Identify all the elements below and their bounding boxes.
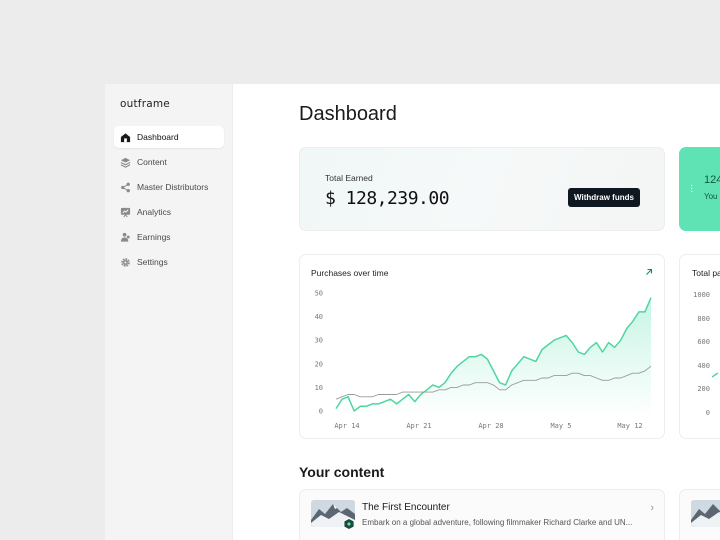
sidebar-item-label: Earnings bbox=[137, 232, 171, 242]
expand-arrow-icon[interactable] bbox=[644, 267, 654, 277]
home-icon bbox=[120, 132, 131, 143]
chart-title: Total pa bbox=[692, 268, 720, 278]
y-tick-label: 40 bbox=[315, 313, 323, 321]
badge-icon bbox=[343, 518, 355, 530]
sidebar-item-dashboard[interactable]: Dashboard bbox=[114, 126, 224, 148]
sidebar-item-label: Dashboard bbox=[137, 132, 179, 142]
withdraw-funds-button[interactable]: Withdraw funds bbox=[568, 188, 640, 207]
layers-icon bbox=[120, 157, 131, 168]
logo: outframe bbox=[120, 98, 170, 110]
sidebar-item-label: Settings bbox=[137, 257, 168, 267]
y-tick-label: 600 bbox=[697, 338, 710, 346]
stats-value: 124 bbox=[704, 174, 720, 186]
content-item-card[interactable] bbox=[679, 489, 720, 540]
purchases-line-chart: 0 10 20 30 40 50 Apr 14 Apr 21 Apr 28 May 5 May 12 bbox=[315, 290, 652, 430]
content-description: Embark on a global adventure, following … bbox=[362, 518, 633, 527]
chevron-right-icon[interactable]: › bbox=[650, 502, 654, 514]
section-title: Your content bbox=[299, 464, 385, 480]
y-tick-label: 1000 bbox=[693, 291, 710, 299]
y-tick-label: 10 bbox=[315, 384, 323, 392]
y-tick-label: 400 bbox=[697, 361, 710, 370]
sidebar-item-label: Content bbox=[137, 157, 167, 167]
x-tick-label: Apr 21 bbox=[406, 422, 431, 430]
analytics-icon bbox=[120, 207, 131, 218]
sidebar-item-master-distributors[interactable]: Master Distributors bbox=[114, 176, 224, 198]
page-title: Dashboard bbox=[299, 103, 397, 125]
y-tick-label: 30 bbox=[315, 337, 323, 345]
total-earned-card: Total Earned $ 128,239.00 Withdraw funds bbox=[299, 147, 665, 231]
sidebar-item-content[interactable]: Content bbox=[114, 151, 224, 173]
y-tick-label: 20 bbox=[315, 360, 323, 368]
sidebar-item-earnings[interactable]: Earnings bbox=[114, 226, 224, 248]
stats-card[interactable]: · · · 124 You bbox=[679, 147, 720, 231]
purchases-chart-card: Purchases over time 0 10 20 30 40 50 Apr 14 Apr… bbox=[299, 254, 665, 439]
sidebar-item-analytics[interactable]: Analytics bbox=[114, 201, 224, 223]
gear-icon bbox=[120, 257, 131, 268]
drag-handle-icon: · · · bbox=[690, 180, 694, 197]
sidebar-item-settings[interactable]: Settings bbox=[114, 251, 224, 273]
sidebar-nav: Dashboard Content Master Distributors An… bbox=[114, 126, 224, 276]
main-content: Dashboard Total Earned $ 128,239.00 With… bbox=[233, 84, 720, 540]
content-thumbnail bbox=[691, 500, 720, 527]
y-tick-label: 800 bbox=[697, 314, 710, 323]
content-title: The First Encounter bbox=[362, 502, 450, 513]
content-item-card[interactable]: The First Encounter Embark on a global a… bbox=[299, 489, 665, 540]
earnings-icon bbox=[120, 232, 131, 243]
partial-line bbox=[712, 372, 719, 378]
second-chart-card: Total pa 1000 800 600 400 200 0 bbox=[679, 254, 720, 439]
share-icon bbox=[120, 182, 131, 193]
sidebar: outframe Dashboard Content Master Distri… bbox=[105, 84, 233, 540]
chart-title: Purchases over time bbox=[311, 268, 389, 278]
app-window: outframe Dashboard Content Master Distri… bbox=[105, 84, 720, 540]
y-tick-label: 0 bbox=[705, 408, 710, 417]
series-area bbox=[336, 297, 651, 411]
y-tick-label: 0 bbox=[319, 408, 323, 416]
x-tick-label: Apr 28 bbox=[478, 422, 503, 430]
x-tick-label: May 12 bbox=[617, 422, 642, 430]
x-tick-label: May 5 bbox=[550, 422, 571, 430]
x-tick-label: Apr 14 bbox=[334, 422, 359, 430]
total-earned-label: Total Earned bbox=[325, 173, 373, 183]
total-earned-value: $ 128,239.00 bbox=[325, 188, 450, 209]
y-tick-label: 50 bbox=[315, 290, 323, 298]
sidebar-item-label: Analytics bbox=[137, 207, 172, 217]
stats-subtitle: You bbox=[704, 192, 718, 201]
sidebar-item-label: Master Distributors bbox=[137, 182, 209, 192]
y-tick-label: 200 bbox=[697, 385, 710, 393]
